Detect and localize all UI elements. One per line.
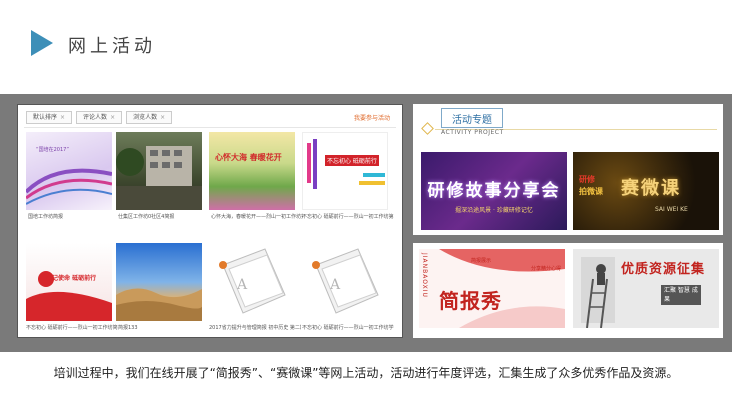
filter-default-sort[interactable]: 默认排序 × [26, 111, 73, 124]
thumb-title: 牢记使命 砥砺前行 [46, 275, 97, 282]
clear-icon[interactable]: × [160, 112, 165, 123]
activity-thumbnail[interactable]: 不忘初心 砥砺前行 [302, 132, 388, 210]
clear-icon[interactable]: × [60, 112, 65, 123]
activity-caption[interactable]: 不忘初心 砥砺前行——烈山一初工作坊学习 [302, 324, 394, 331]
desert-photo [116, 288, 202, 321]
red-swoosh-graphic [26, 271, 112, 321]
banner-title: 赛微课 [621, 178, 681, 199]
activity-thumbnail[interactable]: A [302, 243, 388, 321]
activity-caption[interactable]: 不忘初心 砥砺前行——烈山一初工作坊第二 [302, 213, 394, 220]
swirl-graphic [26, 168, 112, 205]
activity-caption[interactable]: 心怀大海，春暖花开——烈山一初工作坊第三期 [211, 213, 303, 220]
resource-collection-banner[interactable]: 优质资源征集 汇聚 智慧 成果 [573, 249, 719, 328]
activity-caption[interactable]: 国培工作坊简报 [28, 213, 120, 220]
topic-subtitle: ACTIVITY PROJECT [441, 129, 504, 136]
filter-label: 默认排序 [33, 114, 58, 121]
activity-caption[interactable]: 不忘初心 砥砺前行——烈山一初工作坊简报 [26, 324, 118, 331]
activity-thumbnail[interactable]: “国培在2017” [26, 132, 112, 210]
activity-caption[interactable]: 2017省力提升与管理简报 初中历史 第二期 [209, 324, 301, 331]
banner-side-text: JIANBAOXIU [421, 253, 428, 298]
thumb-title: “国培在2017” [36, 147, 69, 153]
banner-subtitle: SAI WEI KE [655, 206, 688, 213]
filter-comment-count[interactable]: 评论人数 × [76, 111, 123, 124]
activity-thumbnail[interactable]: 心怀大海 春暖花开 [209, 132, 295, 210]
activity-list-panel: 默认排序 × 评论人数 × 浏览人数 × 我要参与活动 “国培在2017” 国培… [17, 104, 403, 338]
thumb-title: 不忘初心 砥砺前行 [325, 155, 379, 166]
activity-thumbnail[interactable]: A [209, 243, 295, 321]
topic-title: 活动专题 [441, 108, 503, 128]
banner-tag: 研修 [579, 175, 595, 184]
building-photo [116, 146, 202, 210]
colorful-bars [307, 139, 385, 189]
thumb-title: 心怀大海 春暖花开 [215, 153, 282, 162]
report-show-banner[interactable]: JIANBAOXIU 简报展示 分享精分心得 简报秀 [419, 249, 565, 328]
banner-title: 简报秀 [439, 289, 502, 313]
clear-icon[interactable]: × [110, 112, 115, 123]
activity-project-panel: 活动专题 ACTIVITY PROJECT 研修故事分享会 掘深沿途风景 · 珍… [413, 104, 723, 235]
document-icon: A [312, 248, 379, 314]
micro-course-banner[interactable]: 研修 拍微课 赛微课 SAI WEI KE [573, 152, 719, 230]
svg-text:A: A [329, 277, 341, 293]
banner-subtitle: 掘深沿途风景 · 珍藏研修记忆 [455, 207, 533, 214]
header-triangle-icon [31, 30, 53, 56]
divider [24, 127, 396, 128]
filter-label: 浏览人数 [133, 114, 158, 121]
featured-banners-panel: JIANBAOXIU 简报展示 分享精分心得 简报秀 优质资源征集 汇聚 智慧 … [413, 243, 723, 338]
activity-thumbnail[interactable] [116, 132, 202, 210]
activity-caption[interactable]: 简报133 [118, 324, 210, 331]
document-icon: A [219, 248, 286, 314]
banner-tag: 拍微课 [579, 187, 603, 196]
banner-title: 研修故事分享会 [427, 181, 561, 201]
join-activity-link[interactable]: 我要参与活动 [354, 113, 390, 122]
filter-bar: 默认排序 × 评论人数 × 浏览人数 × [26, 111, 173, 125]
banner-title: 优质资源征集 [621, 262, 706, 277]
summary-caption: 培训过程中，我们在线开展了“简报秀”、“赛微课”等网上活动，活动进行年度评选，汇… [53, 366, 679, 380]
banner-subtitle: 简报展示 [471, 258, 492, 264]
story-share-banner[interactable]: 研修故事分享会 掘深沿途风景 · 珍藏研修记忆 [421, 152, 567, 230]
diamond-icon [421, 122, 434, 135]
svg-text:A: A [236, 277, 248, 293]
banner-subtitle: 汇聚 智慧 成果 [661, 285, 701, 305]
filter-view-count[interactable]: 浏览人数 × [126, 111, 173, 124]
activity-caption[interactable]: 仕集区工作坊0社区4简报 [118, 213, 210, 220]
activity-thumbnail[interactable]: 牢记使命 砥砺前行 [26, 243, 112, 321]
banner-note: 分享精分心得 [531, 266, 562, 272]
filter-label: 评论人数 [83, 114, 108, 121]
activity-thumbnail[interactable] [116, 243, 202, 321]
page-title: 网上活动 [68, 36, 156, 57]
